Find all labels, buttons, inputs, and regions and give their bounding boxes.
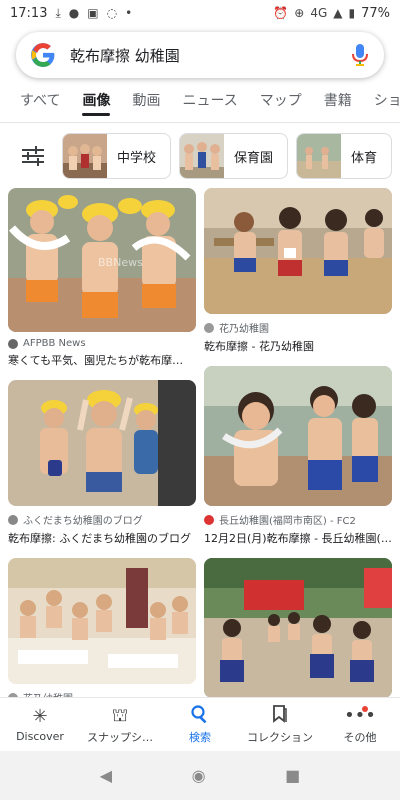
system-navigation-bar: ◀ ◉ ■ — [0, 751, 400, 800]
site-favicon-icon — [8, 514, 18, 525]
search-tabs: すべて 画像 動画 ニュース マップ 書籍 ショ — [0, 88, 400, 118]
nav-search[interactable]: 検索 — [160, 698, 240, 751]
google-logo-icon — [31, 43, 55, 67]
result-image[interactable] — [8, 380, 196, 506]
tab-all[interactable]: すべて — [20, 88, 60, 118]
tab-maps[interactable]: マップ — [260, 88, 302, 118]
nav-label: その他 — [343, 730, 377, 744]
tune-icon — [22, 146, 44, 166]
bookmark-icon — [272, 704, 288, 727]
result-card[interactable] — [204, 558, 392, 698]
chip-nursery[interactable]: 保育園 — [179, 133, 289, 179]
nav-discover[interactable]: ✳ Discover — [0, 698, 80, 751]
cast-icon: ▣ — [87, 6, 99, 20]
result-source: 長丘幼稚園(福岡市南区) - FC2 — [204, 512, 392, 527]
chip-label: 中学校 — [117, 150, 157, 166]
site-favicon-icon — [204, 322, 214, 333]
nav-label: コレクション — [247, 730, 313, 744]
result-card[interactable]: 花乃幼稚園 — [8, 558, 196, 705]
notification-dot — [362, 706, 368, 712]
chip-thumbnail — [180, 134, 225, 178]
search-box[interactable]: 乾布摩擦 幼稚園 — [16, 32, 384, 78]
chip-thumbnail — [63, 134, 107, 178]
result-image[interactable] — [204, 366, 392, 506]
download-icon: ⤓ — [55, 5, 61, 20]
status-bar: 17:13 ⤓ ● ▣ ◌ • ⏰ ⊕ 4G ▲ ▮ 77% — [0, 0, 400, 26]
result-image[interactable] — [204, 188, 392, 314]
nav-more[interactable]: ••• その他 — [320, 698, 400, 751]
result-source: AFPBB News — [8, 338, 196, 349]
suggestion-chips: 中学校 保育園 体育 — [0, 132, 400, 180]
result-image[interactable]: BBNews — [8, 188, 196, 332]
search-icon — [191, 704, 209, 727]
sync-icon: ◌ — [106, 6, 118, 20]
result-source-name: ふくだまち幼稚園のブログ — [23, 516, 143, 527]
bottom-navigation: ✳ Discover ⛫ スナップシ… 検索 コレクション ••• その他 — [0, 697, 400, 751]
result-source: 花乃幼稚園 — [204, 320, 392, 335]
result-image[interactable] — [204, 558, 392, 698]
nav-snapshot[interactable]: ⛫ スナップシ… — [80, 698, 160, 751]
search-query[interactable]: 乾布摩擦 幼稚園 — [70, 45, 350, 66]
result-source: ふくだまち幼稚園のブログ — [8, 512, 196, 527]
nav-label: Discover — [16, 730, 64, 743]
chip-label: 保育園 — [234, 150, 274, 166]
classroom-kids-photo — [8, 558, 196, 684]
kids-yellow-hats-photo: BBNews — [8, 188, 196, 332]
kids-with-towels-photo — [204, 366, 392, 506]
result-image[interactable] — [8, 558, 196, 684]
battery-icon: ▮ — [348, 6, 356, 20]
home-icon[interactable]: ◉ — [192, 766, 206, 785]
chip-thumbnail — [297, 134, 342, 178]
microphone-icon[interactable] — [350, 43, 370, 67]
site-favicon-icon — [8, 338, 18, 349]
nav-label: 検索 — [189, 730, 211, 744]
alarm-icon: ⏰ — [273, 6, 289, 20]
result-card[interactable]: 長丘幼稚園(福岡市南区) - FC2 12月2日(月)乾布摩擦 - 長丘幼稚園(… — [204, 366, 392, 546]
result-card[interactable]: BBNews AFPBB News 寒くても平気、園児たちが乾布摩… — [8, 188, 196, 368]
recents-icon[interactable]: ■ — [285, 766, 300, 785]
tabs-divider — [0, 122, 400, 123]
result-source-name: 長丘幼稚園(福岡市南区) - FC2 — [219, 516, 356, 527]
tab-books[interactable]: 書籍 — [324, 88, 352, 118]
schoolyard-kids-photo — [204, 558, 392, 698]
result-title[interactable]: 乾布摩擦 - 花乃幼稚園 — [204, 338, 392, 354]
tab-shopping[interactable]: ショ — [374, 88, 400, 118]
site-favicon-icon — [204, 514, 214, 525]
nav-collections[interactable]: コレクション — [240, 698, 320, 751]
asterisk-icon: ✳ — [32, 706, 48, 727]
chip-junior-high[interactable]: 中学校 — [62, 133, 172, 179]
data-saver-icon: ⊕ — [294, 6, 305, 20]
chip-label: 体育 — [351, 150, 378, 166]
nav-label: スナップシ… — [87, 730, 153, 744]
more-icon: ••• — [344, 704, 376, 726]
signal-icon: ▲ — [333, 6, 343, 20]
result-title[interactable]: 12月2日(月)乾布摩擦 - 長丘幼稚園(… — [204, 530, 392, 546]
kids-towel-rubbing-photo — [8, 380, 196, 506]
dot-icon: • — [125, 6, 133, 20]
battery-percent: 77% — [361, 5, 390, 21]
result-card[interactable]: 花乃幼稚園 乾布摩擦 - 花乃幼稚園 — [204, 188, 392, 354]
filter-button[interactable] — [16, 139, 50, 173]
classroom-rubbing-photo — [204, 188, 392, 314]
watermark: BBNews — [98, 256, 143, 269]
network-label: 4G — [310, 6, 328, 20]
results-column-right: 花乃幼稚園 乾布摩擦 - 花乃幼稚園 長丘幼稚園(福岡市南区) - FC2 12… — [204, 188, 392, 710]
snapshot-icon: ⛫ — [111, 704, 129, 726]
result-source-name: AFPBB News — [23, 338, 86, 349]
chat-icon: ● — [68, 6, 80, 20]
status-time: 17:13 — [10, 5, 48, 21]
tab-videos[interactable]: 動画 — [132, 88, 160, 118]
back-icon[interactable]: ◀ — [100, 766, 112, 785]
result-card[interactable]: ふくだまち幼稚園のブログ 乾布摩擦: ふくだまち幼稚園のブログ — [8, 380, 196, 546]
result-title[interactable]: 寒くても平気、園児たちが乾布摩… — [8, 352, 196, 368]
chip-pe[interactable]: 体育 — [296, 133, 393, 179]
tab-news[interactable]: ニュース — [182, 88, 237, 118]
results-column-left: BBNews AFPBB News 寒くても平気、園児たちが乾布摩… ふくだまち… — [8, 188, 196, 717]
result-source-name: 花乃幼稚園 — [219, 324, 269, 335]
tab-images[interactable]: 画像 — [82, 88, 111, 118]
result-title[interactable]: 乾布摩擦: ふくだまち幼稚園のブログ — [8, 530, 196, 546]
